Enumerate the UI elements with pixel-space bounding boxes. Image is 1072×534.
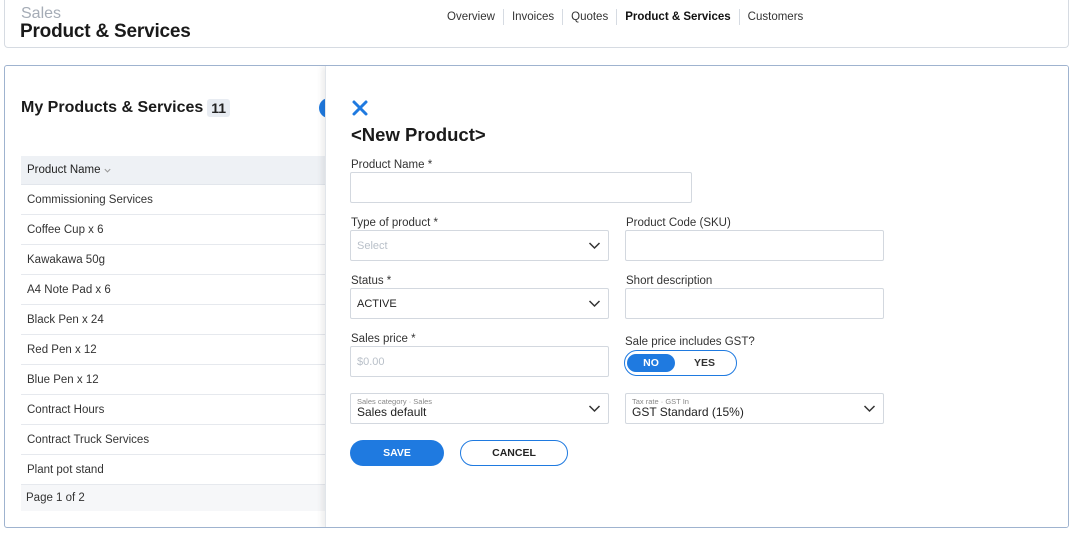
column-header-label: Product Name <box>27 164 101 176</box>
status-value: ACTIVE <box>357 297 397 310</box>
product-name-label: Product Name * <box>351 159 433 171</box>
column-header-product-name[interactable]: Product Name <box>21 156 331 185</box>
list-title: My Products & Services 11 <box>21 99 231 117</box>
row-label: Commissioning Services <box>27 193 153 206</box>
chevron-down-icon <box>588 242 601 250</box>
sales-category-select[interactable]: Sales category · Sales Sales default <box>350 393 609 424</box>
chevron-down-icon <box>863 405 876 413</box>
top-nav: Overview Invoices Quotes Product & Servi… <box>439 9 811 25</box>
table-row[interactable]: Contract Hours <box>21 395 331 425</box>
table-row[interactable]: Kawakawa 50g <box>21 245 331 275</box>
short-description-input[interactable] <box>625 288 884 319</box>
product-name-input[interactable] <box>350 172 692 203</box>
sales-category-value: Sales default <box>357 405 427 419</box>
chevron-down-icon <box>588 405 601 413</box>
nav-customers[interactable]: Customers <box>738 9 812 25</box>
row-label: Red Pen x 12 <box>27 343 97 356</box>
gst-no-option[interactable]: NO <box>627 354 675 372</box>
page-header: Sales Product & Services Overview Invoic… <box>4 0 1069 48</box>
type-of-product-placeholder: Select <box>357 239 388 252</box>
row-label: Contract Truck Services <box>27 433 150 446</box>
sku-input[interactable] <box>625 230 884 261</box>
count-badge: 11 <box>207 99 231 117</box>
table-row[interactable]: Plant pot stand <box>21 455 331 485</box>
nav-overview[interactable]: Overview <box>439 9 503 25</box>
short-description-label: Short description <box>626 275 713 287</box>
table-row[interactable]: Blue Pen x 12 <box>21 365 331 395</box>
row-label: Contract Hours <box>27 403 105 416</box>
status-label: Status * <box>351 275 392 287</box>
save-button[interactable]: SAVE <box>350 440 444 466</box>
table-row[interactable]: Red Pen x 12 <box>21 335 331 365</box>
sku-label: Product Code (SKU) <box>626 217 731 229</box>
table-row[interactable]: Black Pen x 24 <box>21 305 331 335</box>
type-of-product-label: Type of product * <box>351 217 438 229</box>
table-row[interactable]: Commissioning Services <box>21 185 331 215</box>
sales-price-label: Sales price * <box>351 333 416 345</box>
table-row[interactable]: Coffee Cup x 6 <box>21 215 331 245</box>
table-row[interactable]: Contract Truck Services <box>21 425 331 455</box>
products-table: Product Name Commissioning Services Coff… <box>21 156 331 511</box>
pagination: Page 1 of 2 <box>21 485 331 511</box>
gst-included-label: Sale price includes GST? <box>625 336 755 348</box>
row-label: Plant pot stand <box>27 463 104 476</box>
page-title: Product & Services <box>20 21 191 42</box>
gst-yes-option[interactable]: YES <box>675 357 734 369</box>
panel-title: <New Product> <box>351 124 486 145</box>
row-label: Blue Pen x 12 <box>27 373 99 386</box>
sales-price-placeholder: $0.00 <box>357 355 385 368</box>
list-title-text: My Products & Services <box>21 99 204 116</box>
chevron-down-icon <box>588 300 601 308</box>
table-row[interactable]: A4 Note Pad x 6 <box>21 275 331 305</box>
status-select[interactable]: ACTIVE <box>350 288 609 319</box>
sales-price-input[interactable]: $0.00 <box>350 346 609 377</box>
tax-rate-value: GST Standard (15%) <box>632 405 744 419</box>
new-product-panel: <New Product> Product Name * Type of pro… <box>325 66 1068 527</box>
nav-invoices[interactable]: Invoices <box>502 9 562 25</box>
close-icon[interactable] <box>351 99 369 117</box>
row-label: Kawakawa 50g <box>27 253 105 266</box>
tax-rate-select[interactable]: Tax rate · GST In GST Standard (15%) <box>625 393 884 424</box>
row-label: Black Pen x 24 <box>27 313 104 326</box>
cancel-button[interactable]: CANCEL <box>460 440 568 466</box>
gst-toggle[interactable]: NO YES <box>624 350 737 376</box>
nav-quotes[interactable]: Quotes <box>562 9 616 25</box>
main-card: My Products & Services 11 Product Name C… <box>4 65 1069 528</box>
row-label: Coffee Cup x 6 <box>27 223 104 236</box>
sort-chevron-icon <box>103 168 111 173</box>
nav-product-services[interactable]: Product & Services <box>616 9 738 25</box>
row-label: A4 Note Pad x 6 <box>27 283 111 296</box>
type-of-product-select[interactable]: Select <box>350 230 609 261</box>
